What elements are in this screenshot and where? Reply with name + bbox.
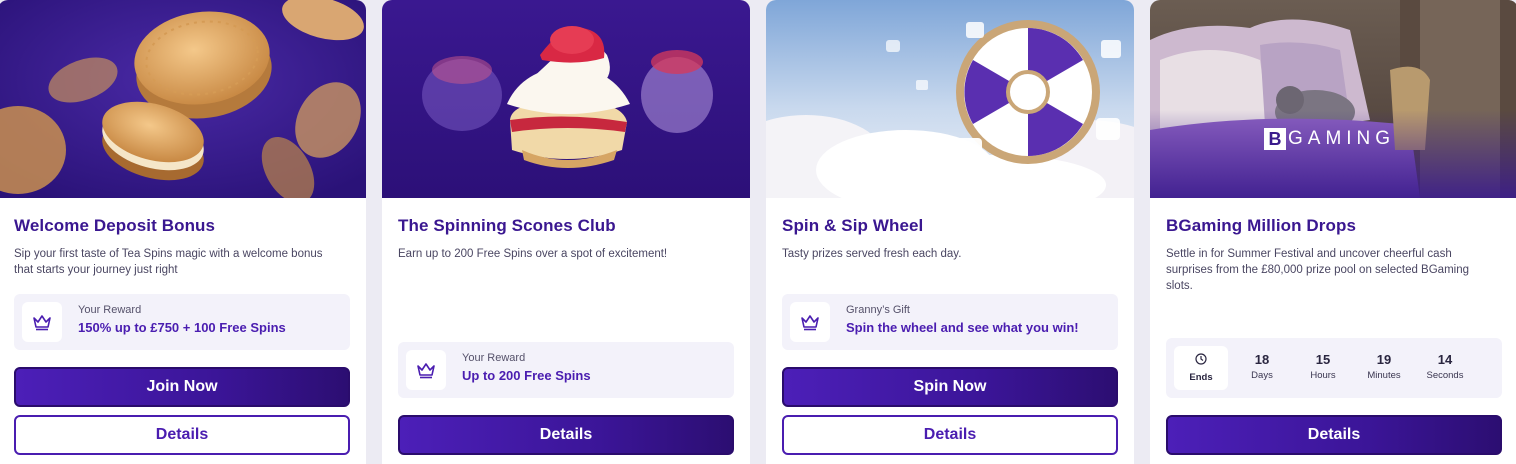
details-button[interactable]: Details (1166, 415, 1502, 455)
countdown-days: 18 Days (1232, 352, 1292, 381)
minutes-value: 19 (1376, 352, 1392, 367)
details-button[interactable]: Details (398, 415, 734, 455)
reward-box: Your Reward Up to 200 Free Spins (398, 342, 734, 398)
countdown-hours: 15 Hours (1293, 352, 1353, 381)
hero-image-scones (382, 0, 750, 198)
promo-card-welcome-bonus: Welcome Deposit Bonus Sip your first tas… (0, 0, 366, 464)
card-title: Welcome Deposit Bonus (14, 216, 216, 235)
days-label: Days (1251, 370, 1273, 381)
spin-now-button[interactable]: Spin Now (782, 367, 1118, 407)
card-description: Earn up to 200 Free Spins over a spot of… (398, 248, 668, 260)
details-button[interactable]: Details (782, 415, 1118, 455)
hero-image-biscuits (0, 0, 366, 198)
card-description: Tasty prizes served fresh each day. (782, 248, 962, 260)
hours-value: 15 (1315, 352, 1331, 367)
clock-icon (1195, 353, 1207, 365)
bgaming-logo: B GAMING (1264, 128, 1395, 150)
crown-icon (790, 302, 830, 342)
countdown-seconds: 14 Seconds (1415, 352, 1475, 381)
seconds-label: Seconds (1426, 370, 1464, 381)
crown-icon (406, 350, 446, 390)
reward-value: 150% up to £750 + 100 Free Spins (78, 320, 286, 335)
sofa-illustration (1150, 0, 1516, 198)
promo-card-bgaming-drops: B GAMING BGaming Million Drops Settle in… (1150, 0, 1516, 464)
details-button[interactable]: Details (14, 415, 350, 455)
seconds-value: 14 (1437, 352, 1453, 367)
reward-label: Your Reward (462, 352, 526, 364)
promo-card-spin-sip-wheel: Spin & Sip Wheel Tasty prizes served fre… (766, 0, 1134, 464)
card-description: Settle in for Summer Festival and uncove… (1166, 248, 1469, 292)
hours-label: Hours (1310, 370, 1336, 381)
countdown-ends: Ends (1174, 346, 1228, 390)
scone-illustration (382, 0, 750, 198)
promo-card-spinning-scones: The Spinning Scones Club Earn up to 200 … (382, 0, 750, 464)
ends-label: Ends (1189, 372, 1213, 383)
reward-value: Spin the wheel and see what you win! (846, 320, 1079, 335)
reward-box: Granny’s Gift Spin the wheel and see wha… (782, 294, 1118, 350)
card-title: The Spinning Scones Club (398, 216, 616, 235)
card-title: Spin & Sip Wheel (782, 216, 924, 235)
biscuits-illustration (0, 0, 366, 198)
join-now-button[interactable]: Join Now (14, 367, 350, 407)
card-title: BGaming Million Drops (1166, 216, 1357, 235)
wheel-illustration (766, 0, 1134, 198)
card-description: Sip your first taste of Tea Spins magic … (14, 248, 323, 276)
reward-label: Your Reward (78, 304, 142, 316)
reward-label: Granny’s Gift (846, 304, 910, 316)
reward-value: Up to 200 Free Spins (462, 368, 591, 383)
reward-box: Your Reward 150% up to £750 + 100 Free S… (14, 294, 350, 350)
countdown-timer: Ends 18 Days 15 Hours 19 Minutes 14 Seco… (1166, 338, 1502, 398)
minutes-label: Minutes (1367, 370, 1401, 381)
crown-icon (22, 302, 62, 342)
days-value: 18 (1254, 352, 1270, 367)
countdown-minutes: 19 Minutes (1354, 352, 1414, 381)
hero-image-wheel (766, 0, 1134, 198)
hero-image-sofa: B GAMING (1150, 0, 1516, 198)
